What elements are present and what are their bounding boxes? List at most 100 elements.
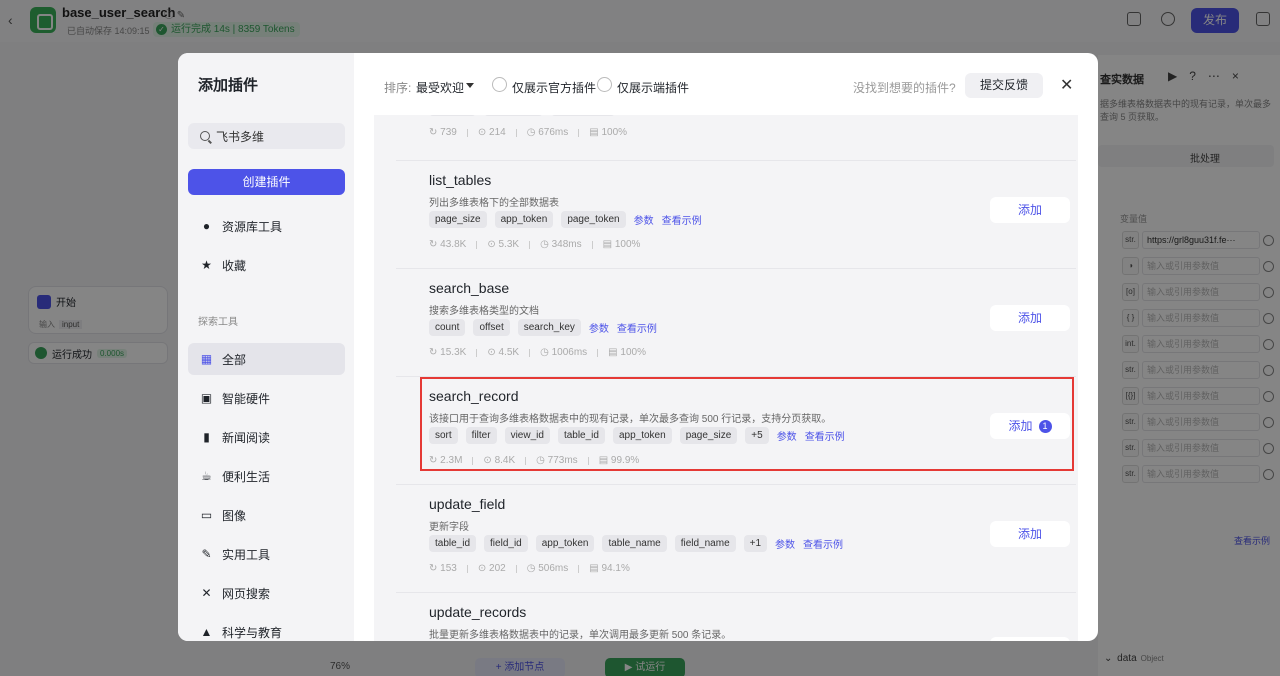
success-rate-icon: ▤ bbox=[602, 239, 615, 250]
plugin-stat: ▤ 100% bbox=[608, 347, 646, 358]
sidebar-item-life[interactable]: ☕ 便利生活 bbox=[188, 460, 345, 492]
users-icon: ⊙ bbox=[477, 563, 490, 574]
plugin-card[interactable]: list_tables 列出多维表格下的全部数据表 page_size app_tok… bbox=[396, 161, 1076, 269]
stat-value: 5.3K bbox=[498, 239, 520, 250]
stat-value: 100% bbox=[614, 239, 641, 250]
plugin-desc: 搜索多维表格类型的文档 bbox=[429, 306, 539, 317]
plugin-desc: 批量更新多维表格数据表中的记录，单次调用最多更新 500 条记录。 bbox=[429, 630, 732, 641]
no-find-text: 没找到想要的插件? bbox=[853, 81, 956, 95]
param-tag: count bbox=[429, 319, 466, 336]
wrench-icon: ✎ bbox=[201, 546, 212, 561]
params-link[interactable]: 参数 bbox=[634, 212, 654, 227]
stat-value: 94.1% bbox=[601, 563, 630, 574]
params-link[interactable]: 参数 bbox=[589, 320, 609, 335]
feedback-button[interactable]: 提交反馈 bbox=[965, 73, 1043, 98]
success-rate-icon: ▤ bbox=[608, 347, 621, 358]
stat-value: 348ms bbox=[551, 239, 582, 250]
sidebar-item-news[interactable]: ▮ 新闻阅读 bbox=[188, 421, 345, 453]
sidebar-item-hardware[interactable]: ▣ 智能硬件 bbox=[188, 382, 345, 414]
stat-value: 43.8K bbox=[440, 239, 467, 250]
modal-sidebar: 添加插件 飞书多维 创建插件 ● 资源库工具 ★ 收藏 探索工具 ▦ 全部 ▣ 智能硬件… bbox=[178, 53, 354, 641]
params-link[interactable]: 参数 bbox=[775, 536, 795, 551]
sort-select[interactable]: 最受欢迎 bbox=[416, 79, 464, 96]
param-tag: app_token bbox=[484, 115, 543, 116]
plugin-stat: ⊙ 214 bbox=[478, 127, 506, 138]
chevron-down-icon[interactable] bbox=[466, 83, 474, 88]
stat-divider bbox=[466, 128, 468, 137]
param-tag: table_name bbox=[550, 115, 616, 116]
sidebar-item-image[interactable]: ▭ 图像 bbox=[188, 499, 345, 531]
close-icon[interactable]: ✕ bbox=[1060, 75, 1073, 95]
plugin-name: list_tables bbox=[429, 172, 492, 188]
user-icon: ● bbox=[202, 218, 211, 233]
add-label: 添加 bbox=[1017, 311, 1042, 325]
stat-value: 100% bbox=[601, 127, 628, 138]
book-icon: ▮ bbox=[203, 429, 210, 444]
image-icon: ▭ bbox=[200, 507, 213, 522]
sort-label: 排序: bbox=[384, 81, 412, 95]
plugin-stat: ◷ 506ms bbox=[527, 563, 569, 574]
plugin-card[interactable]: search_base 搜索多维表格类型的文档 count offset search_… bbox=[396, 269, 1076, 377]
sidebar-item-websearch[interactable]: ✕ 网页搜索 bbox=[188, 577, 345, 609]
client-only-radio[interactable] bbox=[597, 77, 612, 92]
grid-icon: ▦ bbox=[200, 351, 213, 366]
success-rate-icon: ▤ bbox=[589, 563, 602, 574]
modal-main: 排序: 最受欢迎 仅展示官方插件 仅展示端插件 没找到想要的插件? 提交反馈 ✕… bbox=[354, 53, 1098, 641]
param-tag: table_id bbox=[429, 115, 477, 116]
stat-divider bbox=[476, 240, 478, 249]
sidebar-item-education[interactable]: ▲ 科学与教育 bbox=[188, 616, 345, 641]
cup-icon: ☕ bbox=[201, 468, 212, 483]
add-plugin-button[interactable]: 添加 bbox=[990, 637, 1070, 641]
stat-divider bbox=[591, 240, 593, 249]
usage-icon: ↻ bbox=[429, 127, 441, 138]
plugin-tags: page_size app_token page_token 参数 查看示例 bbox=[429, 211, 702, 228]
plugin-stat: ↻ 15.3K bbox=[429, 347, 466, 358]
plugin-stat: ⊙ 5.3K bbox=[487, 239, 519, 250]
plugin-stats: ↻ 153 ⊙ 202 ◷ 506ms ▤ 94.1% bbox=[429, 563, 630, 574]
param-tag: table_name bbox=[602, 535, 667, 552]
example-link[interactable]: 查看示例 bbox=[803, 536, 843, 551]
stat-divider bbox=[529, 348, 531, 357]
example-link[interactable]: 查看示例 bbox=[662, 212, 702, 227]
stat-value: 153 bbox=[440, 563, 457, 574]
users-icon: ⊙ bbox=[477, 127, 490, 138]
stat-value: 202 bbox=[489, 563, 506, 574]
plugin-card[interactable]: update_field 更新字段 table_id field_id app_toke… bbox=[396, 485, 1076, 593]
plugin-stats: ↻ 43.8K ⊙ 5.3K ◷ 348ms ▤ 100% bbox=[429, 239, 640, 250]
plugin-card[interactable]: update_records 批量更新多维表格数据表中的记录，单次调用最多更新 5… bbox=[396, 593, 1076, 641]
sidebar-item-utility[interactable]: ✎ 实用工具 bbox=[188, 538, 345, 570]
add-plugin-button[interactable]: 添加 bbox=[990, 305, 1070, 331]
plugin-search-input[interactable]: 飞书多维 bbox=[188, 123, 345, 149]
plugin-stat: ▤ 100% bbox=[589, 127, 627, 138]
stat-value: 1006ms bbox=[551, 347, 588, 358]
usage-icon: ↻ bbox=[429, 239, 441, 250]
official-only-label[interactable]: 仅展示官方插件 bbox=[512, 79, 596, 96]
highlight-box bbox=[420, 377, 1074, 471]
stat-divider bbox=[597, 348, 599, 357]
stat-value: 739 bbox=[440, 127, 457, 138]
client-only-label[interactable]: 仅展示端插件 bbox=[617, 79, 689, 96]
example-link[interactable]: 查看示例 bbox=[617, 320, 657, 335]
plugin-stat: ↻ 43.8K bbox=[429, 239, 466, 250]
add-plugin-button[interactable]: 添加 bbox=[990, 197, 1070, 223]
latency-icon: ◷ bbox=[526, 563, 539, 574]
plugin-name: update_records bbox=[429, 604, 527, 620]
sidebar-item-favorites[interactable]: ★ 收藏 bbox=[188, 249, 345, 281]
sidebar-item-library[interactable]: ● 资源库工具 bbox=[188, 210, 345, 242]
search-icon bbox=[200, 131, 210, 141]
plugin-card-partial[interactable]: table_idapp_tokentable_name参数查看示例 ↻ 739⊙… bbox=[396, 115, 1076, 161]
plugin-desc: 列出多维表格下的全部数据表 bbox=[429, 198, 559, 209]
create-plugin-button[interactable]: 创建插件 bbox=[188, 169, 345, 195]
stat-divider bbox=[529, 240, 531, 249]
official-only-radio[interactable] bbox=[492, 77, 507, 92]
latency-icon: ◷ bbox=[540, 239, 552, 250]
stat-divider bbox=[578, 564, 580, 573]
plugin-stat: ◷ 1006ms bbox=[540, 347, 587, 358]
stat-divider bbox=[578, 128, 580, 137]
sidebar-item-all[interactable]: ▦ 全部 bbox=[188, 343, 345, 375]
plugin-desc: 更新字段 bbox=[429, 522, 469, 533]
plugin-name: search_base bbox=[429, 280, 510, 296]
add-plugin-button[interactable]: 添加 bbox=[990, 521, 1070, 547]
search-value: 飞书多维 bbox=[216, 129, 265, 144]
plugin-stat: ◷ 348ms bbox=[540, 239, 582, 250]
